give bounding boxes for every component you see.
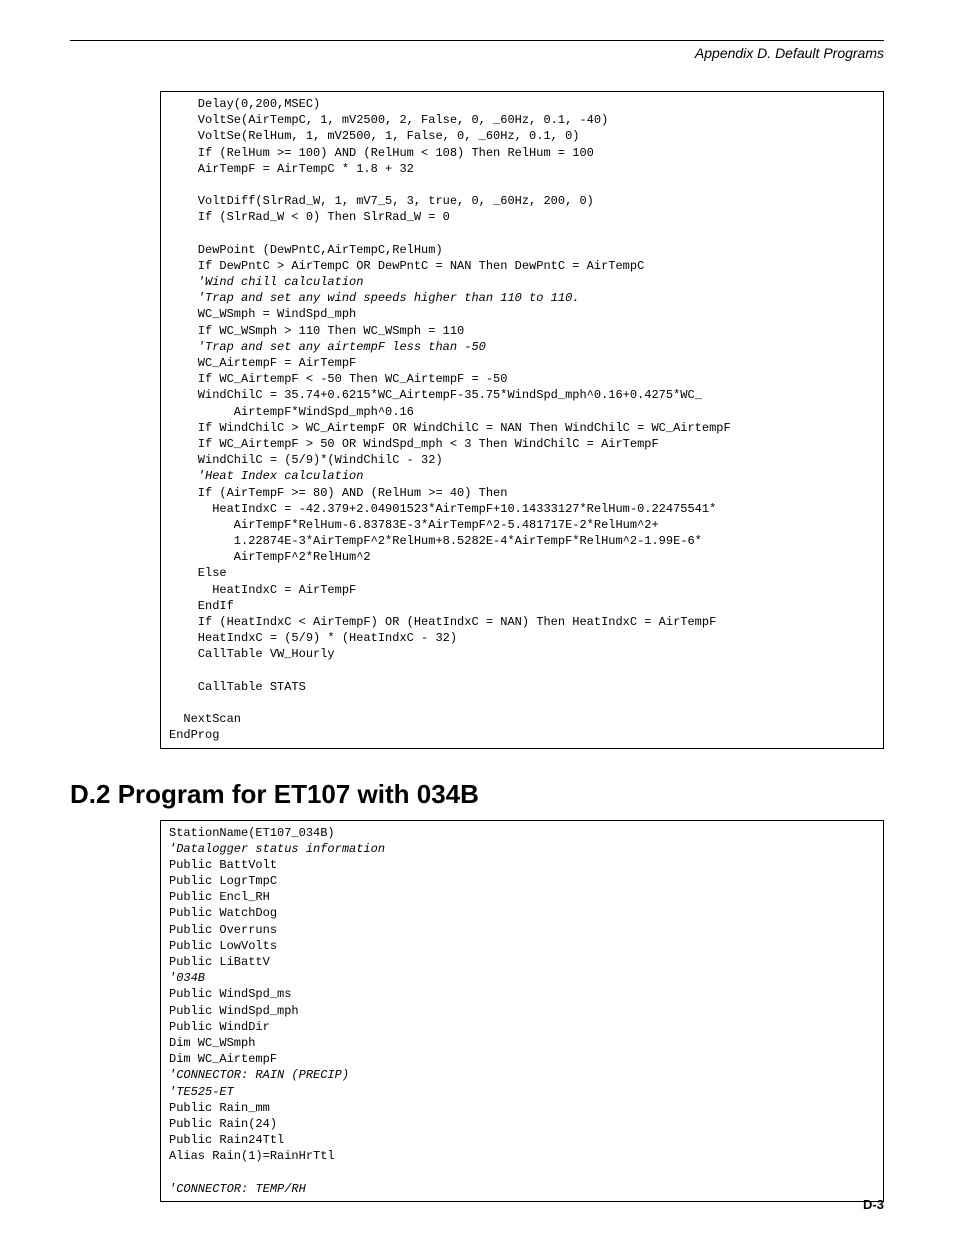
- code-block-1: Delay(0,200,MSEC) VoltSe(AirTempC, 1, mV…: [160, 91, 884, 749]
- page-number: D-3: [863, 1197, 884, 1212]
- top-rule: [70, 40, 884, 41]
- section-number: D.2: [70, 779, 110, 809]
- code-block-2: StationName(ET107_034B) 'Datalogger stat…: [160, 820, 884, 1202]
- section-heading: D.2 Program for ET107 with 034B: [70, 779, 884, 810]
- running-header: Appendix D. Default Programs: [70, 45, 884, 61]
- section-title: Program for ET107 with 034B: [118, 779, 479, 809]
